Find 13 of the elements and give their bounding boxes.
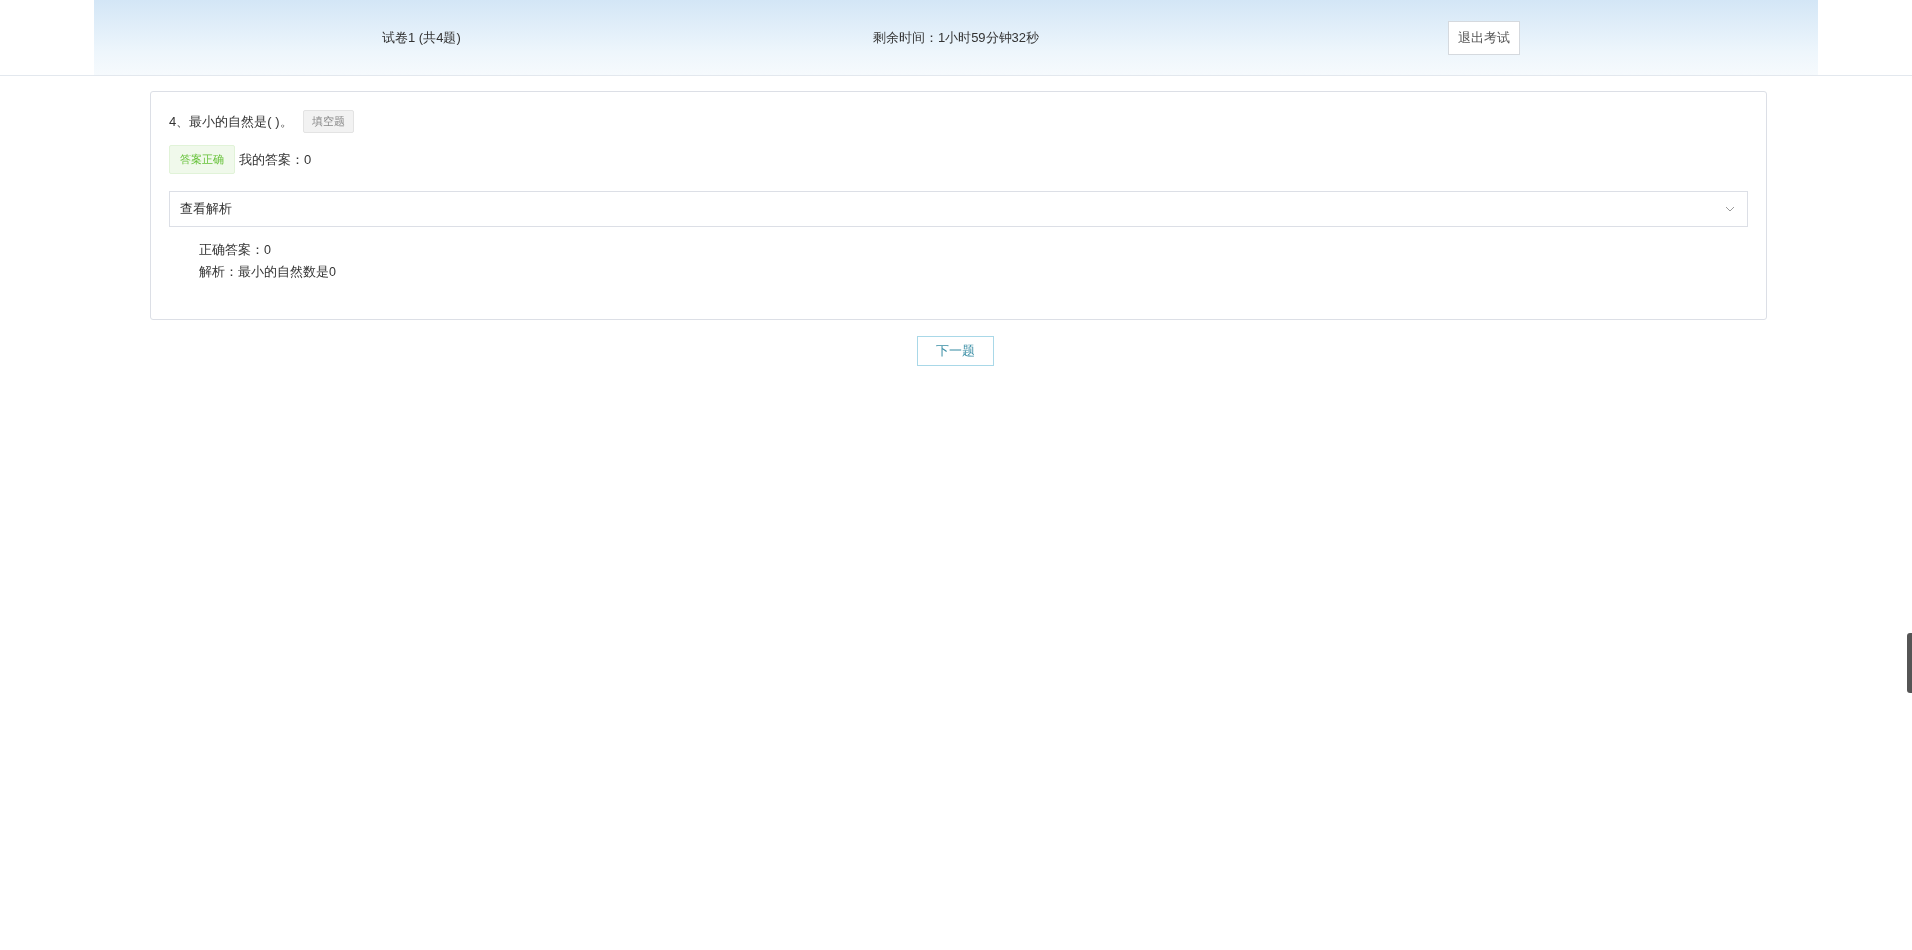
exit-exam-button[interactable]: 退出考试 [1448, 20, 1520, 55]
chevron-icon [1725, 206, 1735, 212]
question-type-tag: 填空题 [302, 110, 354, 133]
analysis-collapse-header[interactable]: 查看解析 [169, 191, 1748, 227]
my-answer-text: 我的答案：0 [239, 150, 312, 169]
analysis-line: 正确答案：0 [199, 242, 272, 259]
result-tag: 答案正确 [169, 145, 235, 174]
next-question-button[interactable]: 下一题 [916, 336, 994, 366]
analysis-line: 解析：最小的自然数是0 [199, 264, 337, 281]
question-text: 4、最小的自然是( )。 [169, 112, 293, 131]
paper-title: 试卷1 (共4题) [382, 28, 461, 47]
timer-text: 剩余时间：1小时59分钟32秒 [872, 28, 1040, 47]
side-handle[interactable] [1907, 633, 1912, 693]
